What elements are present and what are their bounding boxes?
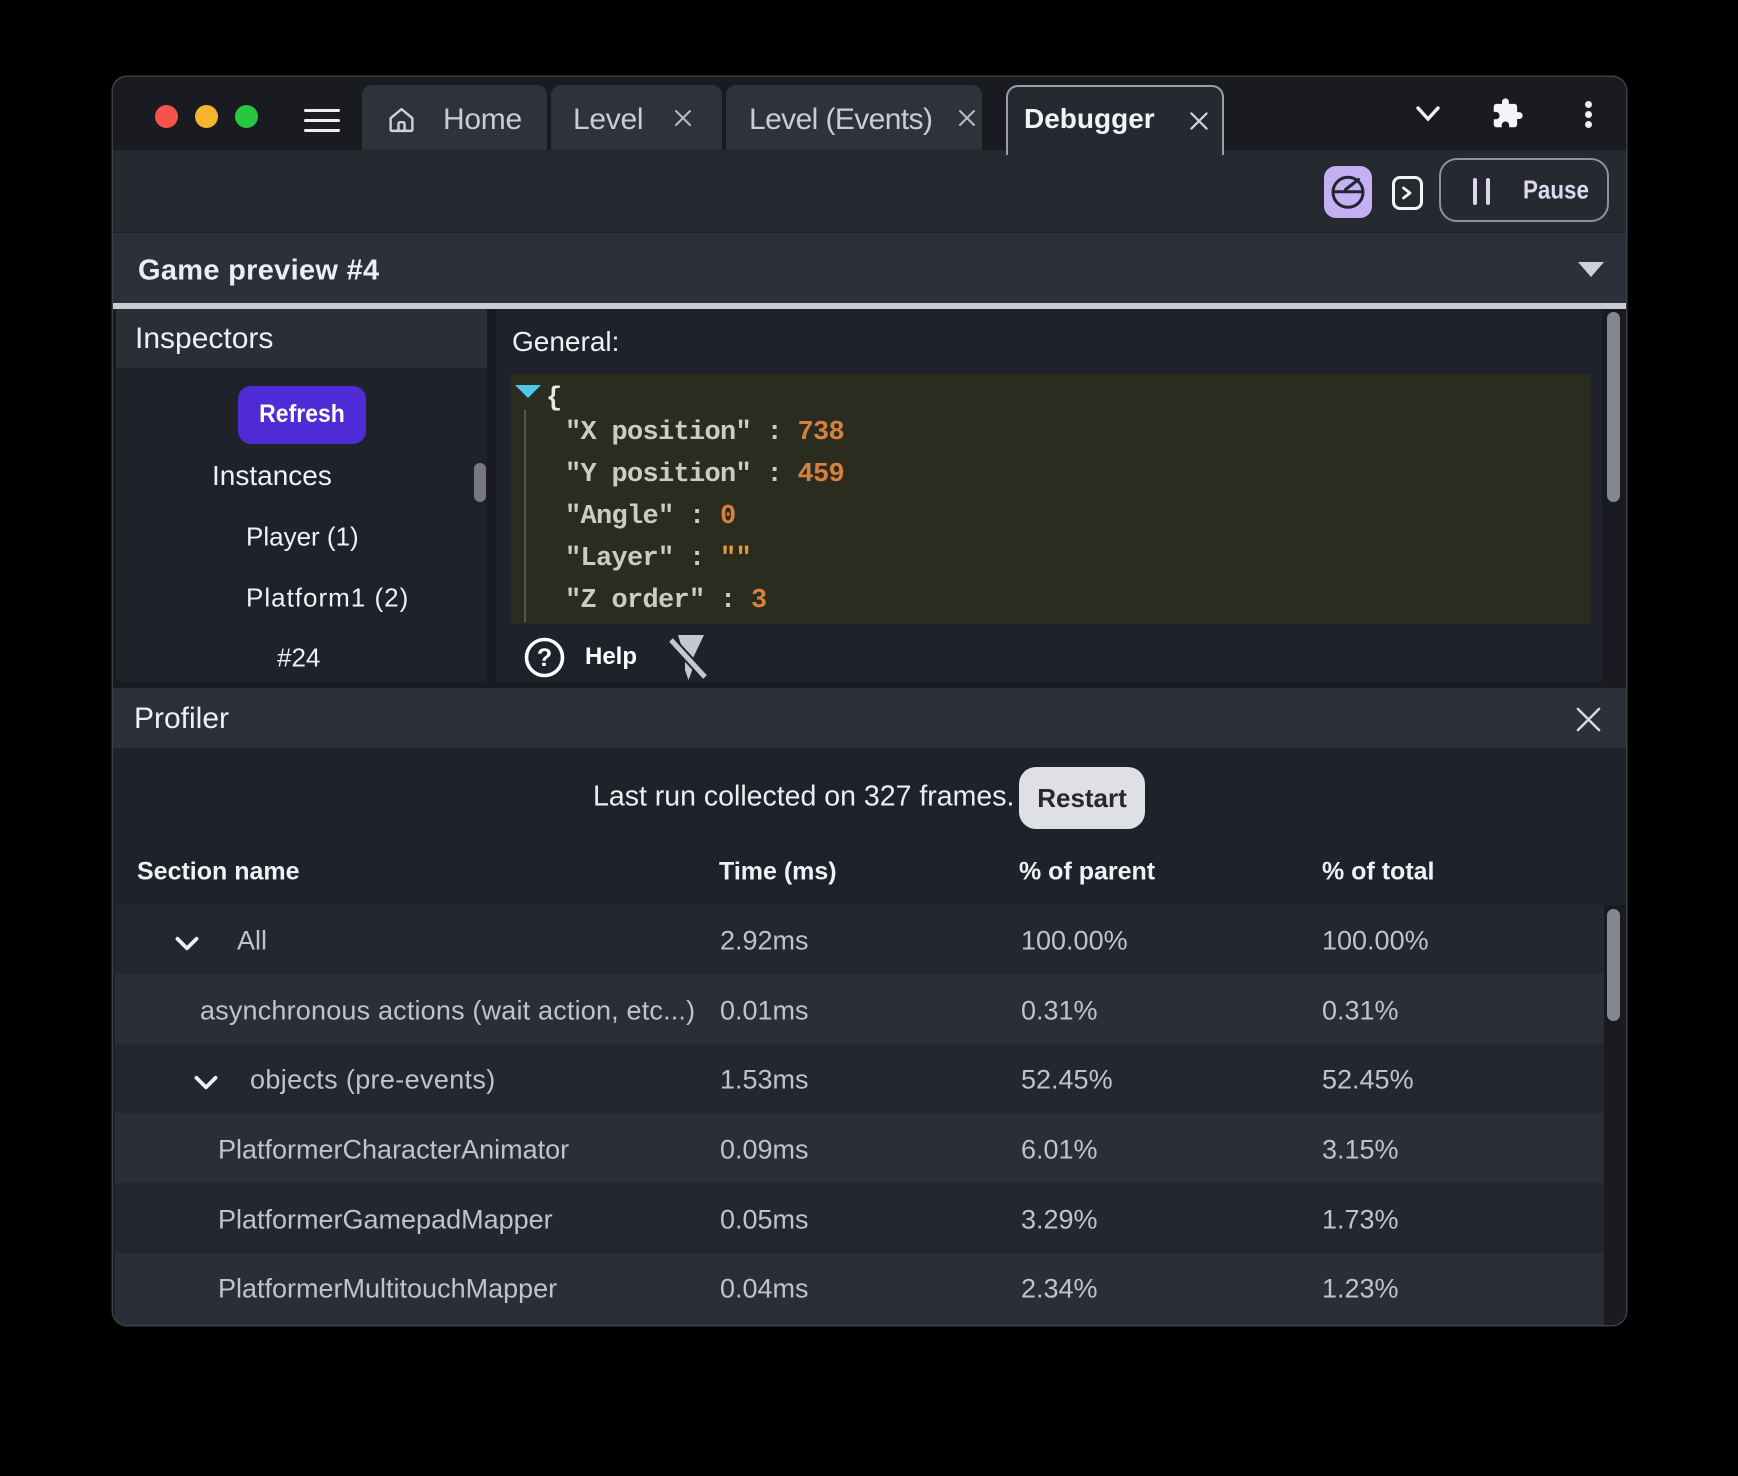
svg-text:?: ?: [537, 644, 552, 672]
